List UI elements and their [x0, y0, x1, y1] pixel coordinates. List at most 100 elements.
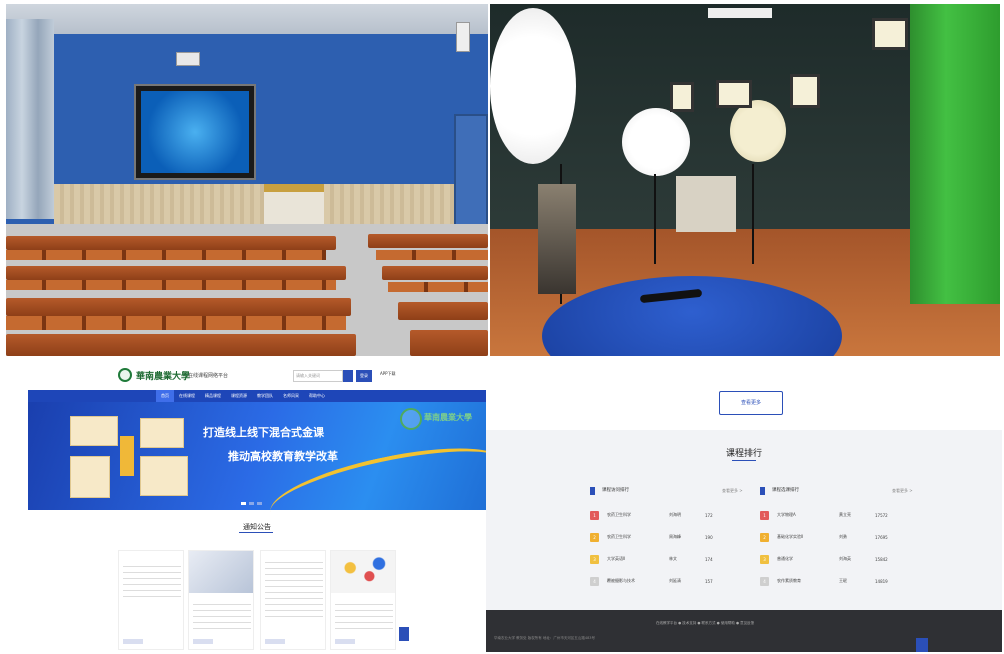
- notice-text-lines: [193, 599, 251, 629]
- nav-help[interactable]: 帮助中心: [304, 390, 330, 402]
- notice-thumbnail: [189, 551, 253, 593]
- nav-home[interactable]: 首页: [156, 390, 174, 402]
- ranking-title: 课程排行: [725, 449, 762, 459]
- view-count: 174: [705, 556, 713, 562]
- logo-subtitle: 在线课程网络平台: [188, 373, 229, 379]
- interactive-whiteboard: [134, 84, 256, 180]
- desk-row: [6, 236, 336, 250]
- teacher-name: 王珉: [839, 578, 847, 583]
- course-name[interactable]: 普通化学: [777, 556, 839, 562]
- carousel-dot[interactable]: [249, 502, 254, 505]
- desk-row-right: [382, 266, 488, 280]
- course-name[interactable]: 大学英语Ⅱ: [607, 556, 669, 562]
- course-name[interactable]: 农作素质教育: [777, 578, 839, 584]
- banner-headline-2: 推动高校教育教学改革: [228, 450, 338, 463]
- view-count: 157: [705, 578, 713, 584]
- course-name[interactable]: 覆被摄影与技术: [607, 578, 669, 584]
- chair-row-right: [388, 282, 488, 292]
- ranking-row[interactable]: 1 大学物理A 黄立亮 17572: [760, 510, 910, 520]
- rank-number: 1: [763, 512, 766, 518]
- course-name[interactable]: 基础化学实验Ⅱ: [777, 534, 839, 540]
- teacher-name: 林文: [669, 556, 677, 561]
- carousel-dot[interactable]: [241, 502, 246, 505]
- notice-card[interactable]: [260, 550, 326, 650]
- column-more-link[interactable]: 查看更多 >: [892, 488, 913, 494]
- teacher-name: 刘海明: [669, 512, 681, 517]
- view-count: 14819: [875, 578, 888, 584]
- panel-light: [670, 82, 694, 112]
- rank-number: 1: [593, 512, 596, 518]
- scroll-to-top-button[interactable]: [399, 627, 409, 641]
- ranking-row[interactable]: 3 大学英语Ⅱ 林文 174: [590, 554, 740, 564]
- illustration-card: [140, 456, 188, 496]
- search-input[interactable]: 请输入关键词: [293, 370, 343, 382]
- course-name[interactable]: 大学物理A: [777, 512, 839, 518]
- rank-number: 3: [593, 556, 596, 562]
- rank-number: 3: [763, 556, 766, 562]
- desk-row-right: [410, 330, 488, 356]
- view-more-button[interactable]: 查看更多: [719, 391, 783, 415]
- access-ranking-column: 课程访问排行 查看更多 > 1 农药卫生科学 刘海明 172 2 农药卫生科学 周海峰 190…: [590, 486, 743, 586]
- nav-teachers[interactable]: 名师风采: [278, 390, 304, 402]
- app-download-link[interactable]: APP下载: [380, 371, 396, 377]
- ranking-row[interactable]: 1 农药卫生科学 刘海明 172: [590, 510, 740, 520]
- panel-light: [790, 74, 820, 108]
- notice-card[interactable]: [330, 550, 396, 650]
- course-name[interactable]: 农药卫生科学: [607, 512, 669, 518]
- ranking-row[interactable]: 4 农作素质教育 王珉 14819: [760, 576, 910, 586]
- notice-meta: [335, 639, 355, 644]
- window-curtain: [6, 19, 54, 219]
- view-count: 17695: [875, 534, 888, 540]
- column-more-link[interactable]: 查看更多 >: [722, 488, 743, 494]
- notice-card[interactable]: [188, 550, 254, 650]
- footer-links[interactable]: 在线教学平台 ● 技术支持 ● 联系方式 ● 使用帮助 ● 意见反馈: [656, 621, 754, 626]
- bookmark-icon: [760, 487, 765, 495]
- chair-row: [6, 280, 336, 290]
- title-underline: [732, 460, 756, 461]
- notice-thumbnail: [331, 551, 395, 593]
- ranking-row[interactable]: 3 普通化学 刘海英 15842: [760, 554, 910, 564]
- desk-row: [6, 298, 351, 316]
- person: [538, 184, 576, 294]
- desk-row-right: [368, 234, 488, 248]
- nav-online-courses[interactable]: 在线课程: [174, 390, 200, 402]
- notice-text-lines: [265, 557, 323, 617]
- view-count: 172: [705, 512, 713, 518]
- notice-text-lines: [123, 561, 181, 601]
- illustration-card: [140, 418, 184, 448]
- chair-row-right: [376, 250, 488, 260]
- notice-meta: [265, 639, 285, 644]
- softbox-light: [622, 108, 690, 176]
- ranking-row[interactable]: 2 基础化学实验Ⅱ 刘勇 17695: [760, 532, 910, 542]
- ranking-row[interactable]: 4 覆被摄影与技术 刘延清 157: [590, 576, 740, 586]
- notice-card[interactable]: [118, 550, 184, 650]
- nav-quality-courses[interactable]: 精品课程: [200, 390, 226, 402]
- rank-number: 2: [763, 534, 766, 540]
- chair-row: [6, 316, 346, 330]
- teacher-name: 刘海英: [839, 556, 851, 561]
- banner-illustration: [70, 416, 190, 500]
- green-screen: [910, 4, 1000, 304]
- bookmark-icon: [590, 487, 595, 495]
- side-float-button[interactable]: [916, 638, 928, 652]
- light-stand: [752, 164, 754, 264]
- carousel-dot[interactable]: [257, 502, 262, 505]
- hero-banner[interactable]: 打造线上线下混合式金课 推动高校教育教学改革 華南農業大學: [28, 402, 486, 542]
- column-heading: 课程选课排行: [772, 488, 799, 493]
- banner-seal-text: 華南農業大學: [424, 412, 472, 422]
- teacher-name: 刘延清: [669, 578, 681, 583]
- ranking-row[interactable]: 2 农药卫生科学 周海峰 190: [590, 532, 740, 542]
- search-button[interactable]: [343, 370, 353, 382]
- rank-number: 2: [593, 534, 596, 540]
- banner-headline-1: 打造线上线下混合式金课: [203, 426, 324, 439]
- illustration-card: [70, 416, 118, 446]
- illustration-arrow: [120, 436, 134, 476]
- login-button[interactable]: 登录: [356, 370, 372, 382]
- air-conditioner: [456, 22, 470, 52]
- nav-teams[interactable]: 教学团队: [252, 390, 278, 402]
- course-name[interactable]: 农药卫生科学: [607, 534, 669, 540]
- softbox-light: [490, 8, 576, 164]
- desk-row: [6, 334, 356, 356]
- nav-resources[interactable]: 课程资源: [226, 390, 252, 402]
- banner-seal-icon: [400, 408, 422, 430]
